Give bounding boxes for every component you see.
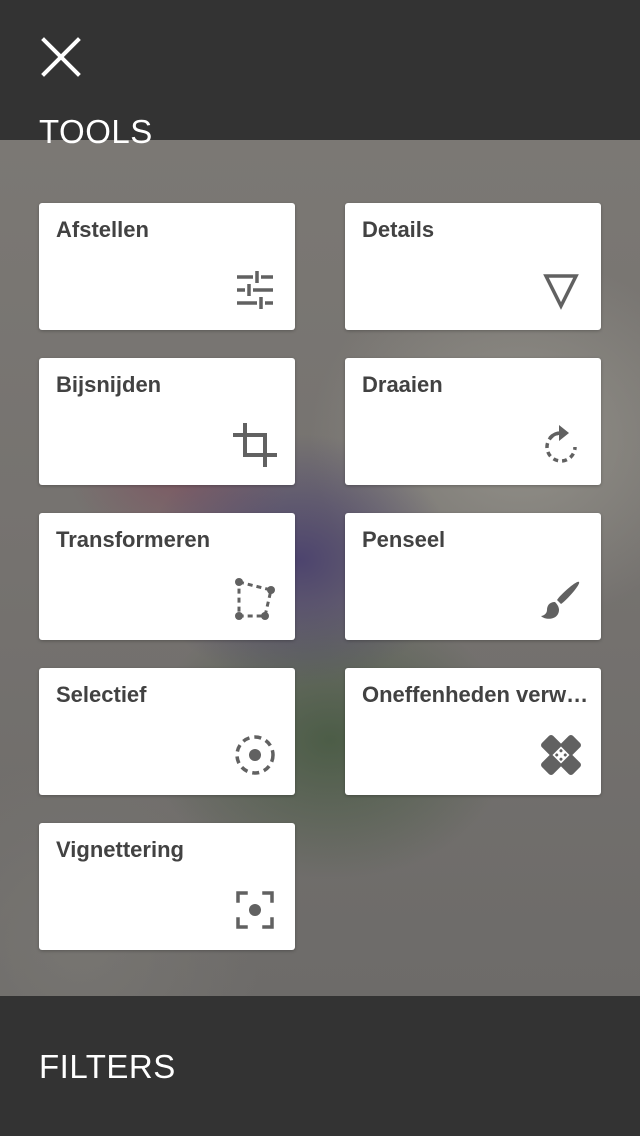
- tool-label: Selectief: [56, 682, 147, 707]
- tool-card-transformeren[interactable]: Transformeren: [39, 513, 295, 640]
- tool-label: Details: [362, 217, 435, 242]
- close-icon: [41, 37, 81, 77]
- tool-card-details[interactable]: Details: [345, 203, 601, 330]
- details-triangle-icon: [537, 266, 585, 314]
- crop-icon: [231, 421, 279, 469]
- bottom-bar[interactable]: FILTERS: [0, 996, 640, 1136]
- tool-label: Afstellen: [56, 217, 149, 242]
- tool-label: Vignettering: [56, 837, 184, 862]
- tune-icon: [231, 266, 279, 314]
- tool-label: Penseel: [362, 527, 446, 552]
- tool-label: Draaien: [362, 372, 443, 397]
- filters-title[interactable]: FILTERS: [39, 1048, 176, 1086]
- tool-card-afstellen[interactable]: Afstellen: [39, 203, 295, 330]
- tool-card-selectief[interactable]: Selectief: [39, 668, 295, 795]
- rotate-icon: [537, 421, 585, 469]
- brush-icon: [537, 576, 585, 624]
- tool-card-vignettering[interactable]: Vignettering: [39, 823, 295, 950]
- tool-label: Transformeren: [56, 527, 211, 552]
- perspective-icon: [231, 576, 279, 624]
- healing-icon: [537, 731, 585, 779]
- vignette-icon: [231, 886, 279, 934]
- tool-label: Oneffenheden verwijderen: [362, 682, 591, 707]
- tool-card-penseel[interactable]: Penseel: [345, 513, 601, 640]
- selective-icon: [231, 731, 279, 779]
- tool-card-draaien[interactable]: Draaien: [345, 358, 601, 485]
- close-button[interactable]: [32, 28, 90, 86]
- tool-card-oneffenheden[interactable]: Oneffenheden verwijderen: [345, 668, 601, 795]
- tool-label: Bijsnijden: [56, 372, 162, 397]
- tool-card-bijsnijden[interactable]: Bijsnijden: [39, 358, 295, 485]
- tools-title: TOOLS: [39, 113, 153, 150]
